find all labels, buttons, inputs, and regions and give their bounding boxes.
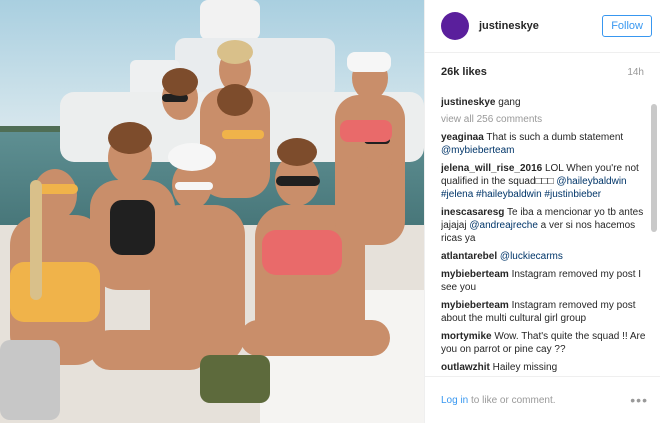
comment: mybieberteam Instagram removed my post a… (441, 299, 646, 325)
post-photo-image (0, 0, 424, 423)
comment-text: That is such a dumb statement (486, 132, 624, 143)
caption-text: gang (498, 97, 521, 108)
comments-scrollbar[interactable] (651, 104, 657, 232)
comment-username[interactable]: atlantarebel (441, 251, 497, 262)
author-username[interactable]: justineskye (479, 20, 602, 32)
post-timestamp[interactable]: 14h (627, 67, 644, 78)
comment-username[interactable]: mortymike (441, 331, 492, 342)
comment: mybieberteam Instagram removed my post I… (441, 268, 646, 294)
caption: justineskye gang (441, 96, 646, 109)
comment-username[interactable]: yeaginaa (441, 132, 484, 143)
comment-username[interactable]: jelena_will_rise_2016 (441, 163, 542, 174)
follow-button[interactable]: Follow (602, 15, 652, 37)
view-all-comments-link[interactable]: view all 256 comments (441, 114, 646, 125)
post-header: justineskye Follow (425, 0, 660, 53)
login-link[interactable]: Log in (441, 395, 468, 406)
comment-username[interactable]: mybieberteam (441, 300, 509, 311)
likes-count[interactable]: 26k likes (441, 66, 487, 78)
comment-username[interactable]: mybieberteam (441, 269, 509, 280)
instagram-post: justineskye Follow 26k likes 14h justine… (0, 0, 660, 423)
post-photo[interactable] (0, 0, 424, 423)
comment-mention[interactable]: @andreajreche (469, 220, 538, 231)
post-sidebar: justineskye Follow 26k likes 14h justine… (424, 0, 660, 423)
comment-username[interactable]: outlawzhit (441, 362, 490, 373)
caption-username[interactable]: justineskye (441, 97, 495, 108)
comment-text: Hailey missing (492, 362, 558, 373)
login-prompt: Log in to like or comment. (441, 395, 556, 406)
avatar[interactable] (441, 12, 469, 40)
comment: jelena_will_rise_2016 LOL When you're no… (441, 162, 646, 201)
comment: outlawzhit Hailey missing (441, 361, 646, 374)
comment: atlantarebel @luckiecarms (441, 250, 646, 263)
comment: inescasaresg Te iba a mencionar yo tb an… (441, 206, 646, 245)
login-prompt-text: to like or comment. (468, 394, 556, 406)
comments-list[interactable]: justineskye gang view all 256 comments y… (441, 96, 646, 374)
comment-mention[interactable]: @luckiecarms (500, 251, 563, 262)
comment-username[interactable]: inescasaresg (441, 207, 504, 218)
comment-mention[interactable]: @mybieberteam (441, 145, 515, 156)
post-footer: Log in to like or comment. ••• (425, 376, 660, 423)
comment: yeaginaa That is such a dumb statement @… (441, 131, 646, 157)
post-meta: 26k likes 14h (425, 53, 660, 91)
more-options-icon[interactable]: ••• (630, 392, 648, 408)
comment: mortymike Wow. That's quite the squad !!… (441, 330, 646, 356)
